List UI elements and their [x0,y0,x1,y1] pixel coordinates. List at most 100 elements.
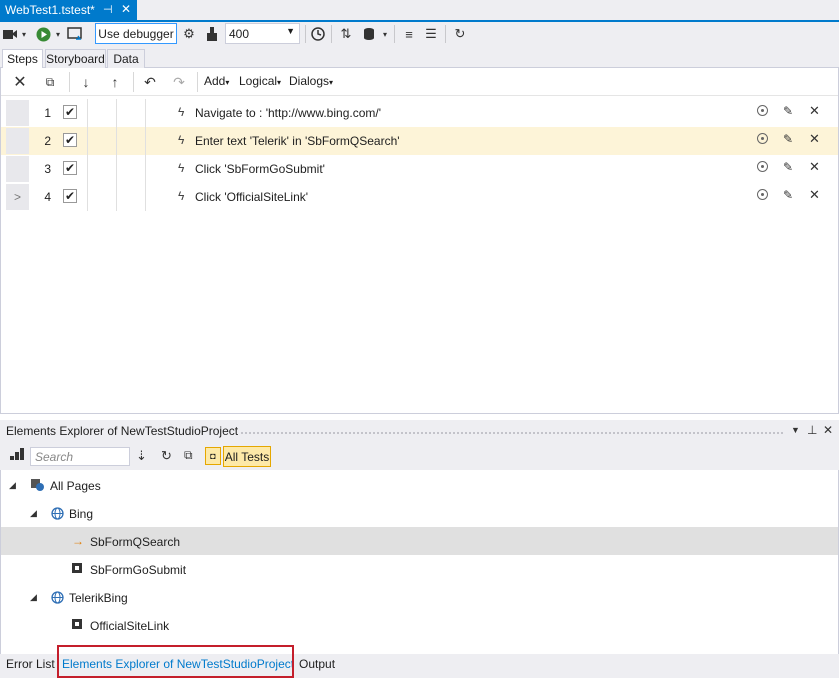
tab-storyboard[interactable]: Storyboard [45,49,106,68]
add-menu[interactable]: Add▾ [204,74,229,88]
delete-icon[interactable]: ✕ [11,73,29,91]
edit-icon[interactable]: ✎ [783,160,793,174]
column-divider [145,155,146,183]
tree-item-sbformqsearch[interactable]: → SbFormQSearch [1,527,838,555]
format-icon[interactable]: ≡ [400,25,418,43]
move-down-icon[interactable]: ↓ [78,73,94,91]
expand-icon[interactable]: ◢ [30,592,37,603]
button-element-icon [72,563,82,576]
document-tab[interactable]: WebTest1.tstest* ⊣ ✕ [0,0,137,20]
align-icon[interactable]: ☰ [422,25,440,43]
step-enabled-checkbox[interactable]: ✔ [63,161,77,175]
globe-icon [51,507,64,523]
refresh-icon[interactable]: ↻ [451,25,469,43]
logical-menu[interactable]: Logical▾ [239,74,281,88]
column-divider [145,99,146,127]
tab-error-list[interactable]: Error List [6,657,55,671]
row-handle[interactable] [6,128,29,154]
hierarchy-icon[interactable] [10,448,24,463]
move-up-icon[interactable]: ↑ [107,73,123,91]
speed-dropdown[interactable]: 400 ▼ [225,23,300,44]
delete-icon[interactable]: ✕ [809,103,820,119]
expand-icon[interactable]: ◢ [30,508,37,519]
annotation-highlight [57,645,294,678]
close-icon[interactable]: ✕ [121,2,131,16]
record-icon[interactable] [2,25,18,43]
delete-icon[interactable]: ✕ [809,187,820,203]
step-description[interactable]: Navigate to : 'http://www.bing.com/' [195,106,381,120]
step-properties-icon[interactable] [757,105,768,116]
filter-icon[interactable]: ◘ [205,447,221,465]
tree-item-telerikbing[interactable]: ◢ TelerikBing [1,583,838,611]
delete-icon[interactable]: ✕ [809,159,820,175]
dialogs-menu[interactable]: Dialogs▾ [289,74,333,88]
toolbar-divider [133,72,134,92]
step-row[interactable]: 3 ✔ ϟ Click 'SbFormGoSubmit' ✎ ✕ [1,155,838,183]
toolbar-divider [394,25,395,43]
step-enabled-checkbox[interactable]: ✔ [63,189,77,203]
dialogs-menu-label: Dialogs [289,74,330,88]
step-row[interactable]: 1 ✔ ϟ Navigate to : 'http://www.bing.com… [1,99,838,127]
tree-item-label: TelerikBing [69,591,128,605]
edit-icon[interactable]: ✎ [783,104,793,118]
step-row[interactable]: 2 ✔ ϟ Enter text 'Telerik' in 'SbFormQSe… [1,127,838,155]
tab-output[interactable]: Output [299,657,335,671]
run-to-here-icon[interactable] [66,25,84,43]
undo-icon[interactable]: ↶ [142,73,158,91]
tree-item-label: SbFormQSearch [90,535,181,549]
edit-icon[interactable]: ✎ [783,188,793,202]
clock-icon[interactable] [309,25,327,43]
tree-item-bing[interactable]: ◢ Bing [1,499,838,527]
column-divider [87,155,88,183]
step-properties-icon[interactable] [757,189,768,200]
step-properties-icon[interactable] [757,161,768,172]
column-divider [116,127,117,155]
close-icon[interactable]: ✕ [823,423,833,437]
refresh-icon[interactable]: ↻ [161,448,172,464]
steps-toolbar: ✕ ⧉ ↓ ↑ ↶ ↷ Add▾ Logical▾ Dialogs▾ [1,68,838,96]
row-handle[interactable] [6,156,29,182]
sort-icon[interactable]: ⇣ [136,448,147,464]
tab-data[interactable]: Data [107,49,145,68]
tree-item-label: All Pages [50,479,101,493]
step-enabled-checkbox[interactable]: ✔ [63,133,77,147]
step-number: 2 [44,134,51,148]
tree-item-sbformgosubmit[interactable]: SbFormGoSubmit [1,555,838,583]
database-icon[interactable] [360,25,378,43]
step-properties-icon[interactable] [757,133,768,144]
step-enabled-checkbox[interactable]: ✔ [63,105,77,119]
tree-item-all-pages[interactable]: ◢ All Pages [1,471,838,499]
delete-icon[interactable]: ✕ [809,131,820,147]
step-row[interactable]: > 4 ✔ ϟ Click 'OfficialSiteLink' ✎ ✕ [1,183,838,211]
redo-icon[interactable]: ↷ [171,73,187,91]
elements-tree: ◢ All Pages ◢ Bing → SbFormQSearch SbFor… [0,470,839,654]
row-handle[interactable] [6,100,29,126]
all-tests-button[interactable]: All Tests [223,446,271,467]
copy-icon[interactable]: ⧉ [184,448,193,463]
step-description[interactable]: Click 'OfficialSiteLink' [195,190,308,204]
use-debugger-toggle[interactable]: Use debugger [95,23,177,44]
speed-icon [204,25,220,43]
tab-steps[interactable]: Steps [2,49,43,68]
action-icon: ϟ [178,161,185,175]
gear-icon[interactable]: ⚙ [181,25,197,43]
search-input[interactable]: Search [30,447,130,466]
chevron-down-icon[interactable]: ▾ [53,25,63,43]
tree-item-officialsitelink[interactable]: OfficialSiteLink [1,611,838,639]
chevron-down-icon[interactable]: ▼ [791,425,800,435]
column-divider [116,183,117,211]
transfer-icon[interactable]: ⇅ [337,25,355,43]
step-description[interactable]: Click 'SbFormGoSubmit' [195,162,325,176]
edit-icon[interactable]: ✎ [783,132,793,146]
copy-icon[interactable]: ⧉ [41,73,59,91]
expand-icon[interactable]: ◢ [9,480,16,491]
chevron-down-icon[interactable]: ▾ [19,25,29,43]
toolbar-divider [331,25,332,43]
row-handle[interactable]: > [6,184,29,210]
pin-icon[interactable]: ⊣ [103,3,113,16]
pin-icon[interactable]: ⊥ [807,423,817,437]
chevron-down-icon[interactable]: ▾ [380,25,390,43]
step-description[interactable]: Enter text 'Telerik' in 'SbFormQSearch' [195,134,400,148]
drag-grip[interactable] [240,431,785,435]
run-icon[interactable] [34,25,52,43]
